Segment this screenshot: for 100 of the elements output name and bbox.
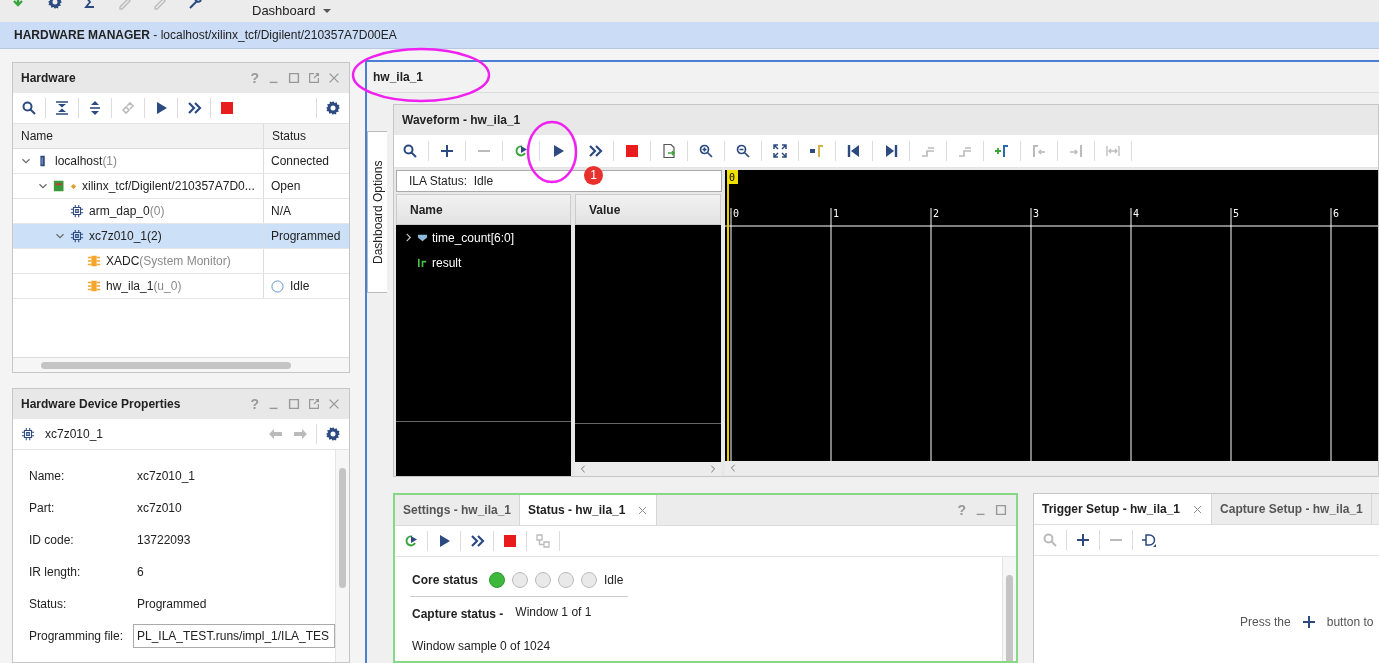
- settings-icon[interactable]: [325, 100, 341, 116]
- horizontal-scrollbar[interactable]: [13, 357, 349, 372]
- horizontal-scrollbar[interactable]: [725, 461, 1378, 475]
- fast-forward-icon[interactable]: [186, 100, 202, 116]
- maximize-icon[interactable]: [994, 503, 1008, 517]
- marker-icon[interactable]: [809, 143, 825, 159]
- tree-row[interactable]: hw_ila_1(u_0) Idle: [13, 274, 349, 299]
- core-state: Idle: [604, 572, 624, 587]
- skip-back-icon[interactable]: [846, 143, 862, 159]
- tree-row[interactable]: xc7z010_1(2) Programmed: [13, 224, 349, 249]
- property-label: Part:: [29, 501, 56, 515]
- board-icon: [53, 179, 67, 193]
- hardware-manager-banner: HARDWARE MANAGER - localhost/xilinx_tcf/Digilent/210357A7D00EA: [0, 22, 1379, 49]
- property-label: Programming file:: [29, 629, 125, 643]
- chip-icon: [21, 427, 35, 441]
- stop-icon[interactable]: [624, 143, 640, 159]
- close-icon[interactable]: [327, 397, 341, 411]
- settings-icon[interactable]: [325, 426, 341, 442]
- close-icon[interactable]: [637, 504, 649, 516]
- capture-status-label: Capture status -: [412, 607, 504, 621]
- signal-row[interactable]: time_count[6:0]: [396, 225, 571, 250]
- close-icon[interactable]: [1192, 503, 1204, 515]
- input-field[interactable]: PL_ILA_TEST.runs/impl_1/ILA_TES: [133, 624, 335, 648]
- panel-tab[interactable]: Status - hw_ila_1: [520, 495, 658, 525]
- maximize-icon[interactable]: [287, 397, 301, 411]
- side-tab[interactable]: Dashboard Options: [367, 131, 387, 293]
- property-value: 13722093: [137, 533, 191, 547]
- panel-tab[interactable]: Capture Setup - hw_ila_1: [1212, 494, 1372, 524]
- column-header[interactable]: Value: [575, 194, 721, 225]
- maximize-icon[interactable]: [287, 71, 301, 85]
- vertical-scrollbar[interactable]: [335, 450, 349, 662]
- add-icon[interactable]: [439, 143, 455, 159]
- tree-row[interactable]: xilinx_tcf/Digilent/210357A7D0... Open: [13, 174, 349, 199]
- fast-forward-icon[interactable]: [587, 143, 603, 159]
- caret-icon: [322, 7, 331, 15]
- property-label: Name:: [29, 469, 66, 483]
- time-tick-label: 4: [1133, 208, 1140, 219]
- column-header[interactable]: Name: [396, 194, 571, 225]
- vertical-scrollbar[interactable]: [1002, 557, 1016, 661]
- column-header[interactable]: Name: [13, 124, 264, 148]
- hint-text: button to: [1326, 615, 1374, 629]
- skip-forward-icon[interactable]: [883, 143, 899, 159]
- tree-row[interactable]: localhost(1) Connected: [13, 149, 349, 174]
- fast-forward-icon[interactable]: [469, 533, 485, 549]
- zoom-out-icon[interactable]: [735, 143, 751, 159]
- property-value: Programmed: [137, 597, 207, 611]
- range-icon[interactable]: [1105, 143, 1121, 159]
- stop-icon[interactable]: [502, 533, 518, 549]
- dashboard-menu[interactable]: Dashboard: [252, 3, 316, 18]
- tree-row[interactable]: XADC(System Monitor): [13, 249, 349, 274]
- column-header[interactable]: Status: [264, 124, 349, 148]
- search-icon[interactable]: [21, 100, 37, 116]
- sort-arrows-icon[interactable]: [87, 100, 103, 116]
- dashboard-tab[interactable]: hw_ila_1: [373, 70, 424, 84]
- window-sample-text: Window sample 0 of 1024: [412, 639, 552, 653]
- core-status-label: Core status: [412, 572, 479, 587]
- plug-icon: [70, 182, 77, 190]
- property-value: 6: [137, 565, 144, 579]
- node-label: xc7z010_1(2): [89, 229, 162, 243]
- status-text: Programmed: [271, 229, 341, 243]
- node-label: XADC(System Monitor): [106, 254, 231, 268]
- hierarchy-icon[interactable]: [535, 533, 551, 549]
- horizontal-scrollbar[interactable]: [575, 462, 721, 476]
- scroll-right-icon[interactable]: [709, 465, 717, 473]
- add-icon[interactable]: [1075, 532, 1091, 548]
- scroll-left-icon[interactable]: [579, 465, 587, 473]
- close-icon[interactable]: [327, 71, 341, 85]
- scroll-left-icon[interactable]: [729, 464, 737, 472]
- chip-icon: [70, 204, 84, 218]
- forward-arrow-icon[interactable]: [292, 426, 308, 442]
- hint-text: Press the: [1240, 615, 1291, 629]
- add-icon: [1300, 614, 1317, 630]
- refresh-play-icon[interactable]: [513, 143, 529, 159]
- refresh-play-icon[interactable]: [403, 533, 419, 549]
- float-icon[interactable]: [307, 71, 321, 85]
- property-value: xc7z010_1: [137, 469, 196, 483]
- fit-icon[interactable]: [772, 143, 788, 159]
- stop-icon[interactable]: [219, 100, 235, 116]
- add-marker-icon[interactable]: [994, 143, 1010, 159]
- marker-left-icon[interactable]: [1031, 143, 1047, 159]
- device-name: xc7z010_1: [45, 427, 104, 441]
- zoom-in-icon[interactable]: [698, 143, 714, 159]
- time-tick-label: 3: [1033, 208, 1040, 219]
- search-icon[interactable]: [402, 143, 418, 159]
- node-label: hw_ila_1(u_0): [106, 279, 182, 293]
- chain-icon[interactable]: [120, 100, 136, 116]
- time-tick-label: 2: [933, 208, 940, 219]
- marker-right-icon[interactable]: [1068, 143, 1084, 159]
- gate-icon[interactable]: [1141, 532, 1157, 548]
- chevron-right-icon[interactable]: [404, 233, 413, 242]
- collapse-icon[interactable]: [54, 100, 70, 116]
- signal-row[interactable]: result: [396, 250, 571, 275]
- chip-icon: [70, 229, 84, 243]
- export-icon[interactable]: [661, 143, 677, 159]
- waveform-canvas[interactable]: 0 1 2 3 4 5 6 0: [725, 170, 1378, 461]
- time-tick-label: 6: [1333, 208, 1340, 219]
- node-label: arm_dap_0(0): [89, 204, 165, 218]
- status-text: Open: [271, 179, 301, 193]
- float-icon[interactable]: [307, 397, 321, 411]
- panel-tab[interactable]: Trigger Setup - hw_ila_1: [1034, 494, 1213, 524]
